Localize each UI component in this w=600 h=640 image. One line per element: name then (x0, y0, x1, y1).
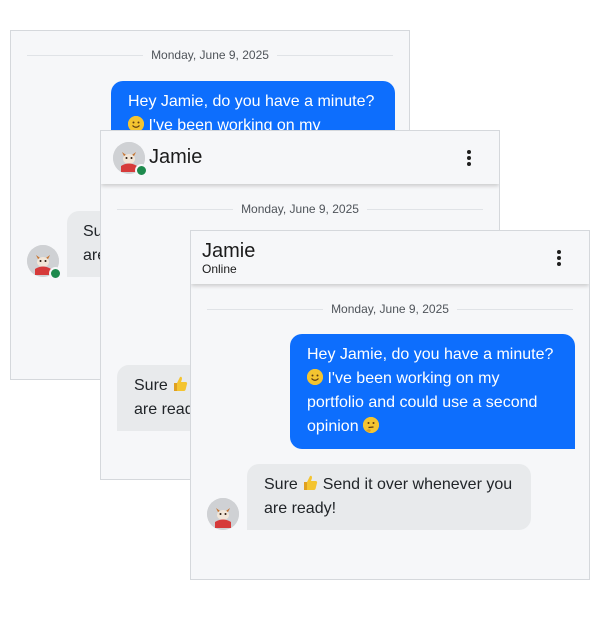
outgoing-message-text: Hey Jamie, do you have a minute? (307, 346, 554, 363)
date-divider: Monday, June 9, 2025 (117, 202, 483, 216)
date-divider: Monday, June 9, 2025 (27, 48, 393, 62)
date-divider: Monday, June 9, 2025 (207, 302, 573, 316)
thinking-face-emoji-icon (363, 417, 380, 433)
incoming-message-text: Sure (264, 476, 298, 493)
chat-window-front: Jamie Online Monday, June 9, 2025 Hey Ja… (190, 230, 590, 580)
date-divider-label: Monday, June 9, 2025 (331, 302, 449, 316)
contact-avatar[interactable] (113, 142, 148, 177)
incoming-message-text: are ready! (264, 500, 337, 517)
outgoing-message: Hey Jamie, do you have a minute? I've be… (290, 334, 575, 449)
chat-header: Jamie Online (191, 231, 589, 284)
outgoing-message-text: Hey Jamie, do you have a minute? (128, 93, 375, 110)
contact-status: Online (202, 262, 237, 276)
contact-avatar[interactable] (27, 245, 62, 280)
outgoing-message-text: opinion (307, 418, 359, 435)
thumbs-up-emoji-icon (302, 474, 318, 491)
contact-name: Jamie (202, 240, 256, 262)
kebab-menu-icon[interactable] (553, 248, 565, 268)
date-divider-label: Monday, June 9, 2025 (241, 202, 359, 216)
contact-name: Jamie (149, 146, 203, 168)
smiling-face-emoji-icon (307, 369, 323, 385)
incoming-message-text: are read (134, 401, 194, 418)
contact-avatar[interactable] (207, 498, 239, 530)
kebab-menu-icon[interactable] (463, 148, 475, 168)
incoming-message-text: Sure (134, 377, 168, 394)
thumbs-up-emoji-icon (172, 375, 188, 392)
incoming-message-text: Send it over whenever you (318, 476, 513, 493)
outgoing-message-text: portfolio and could use a second (307, 394, 538, 411)
online-status-dot (49, 267, 62, 280)
online-status-dot (135, 164, 148, 177)
date-divider-label: Monday, June 9, 2025 (151, 48, 269, 62)
incoming-message: Sure Send it over whenever you are ready… (247, 464, 531, 530)
chat-header: Jamie (101, 131, 499, 184)
outgoing-message-text: I've been working on my (323, 370, 500, 387)
